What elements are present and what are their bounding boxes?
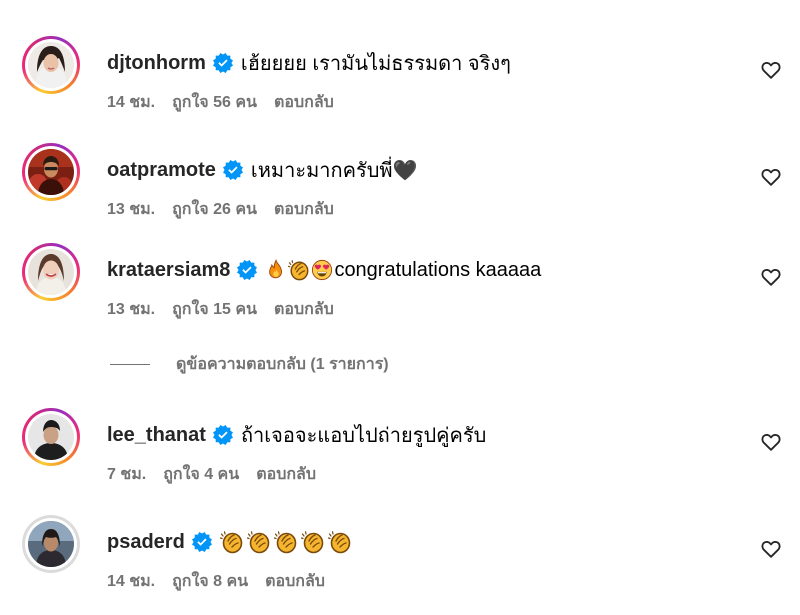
comment-item: krataersiam8 congratulations kaaaaa 13 ช…	[0, 243, 800, 333]
reply-button[interactable]: ตอบกลับ	[274, 197, 334, 222]
timestamp[interactable]: 14 ชม.	[107, 90, 155, 115]
clapping-hands-icon	[301, 530, 325, 554]
comment-header: oatpramote เหมาะมากครับพี่🖤	[107, 156, 418, 184]
story-ring[interactable]	[22, 36, 80, 94]
likes-count[interactable]: ถูกใจ 8 คน	[172, 569, 248, 594]
view-replies-button[interactable]: ดูข้อความตอบกลับ (1 รายการ)	[110, 352, 389, 376]
comment-item: psaderd 14 ชม. ถูกใจ 8 คน ตอบกลับ	[0, 515, 800, 605]
likes-count[interactable]: ถูกใจ 4 คน	[163, 462, 239, 487]
avatar-ring[interactable]	[22, 515, 80, 573]
heart-eyes-icon	[311, 259, 333, 281]
username-link[interactable]: psaderd	[107, 531, 185, 554]
avatar-ring-gap	[25, 518, 77, 570]
reply-button[interactable]: ตอบกลับ	[274, 297, 334, 322]
fire-icon	[265, 259, 287, 281]
avatar[interactable]	[28, 42, 74, 88]
clapping-hands-icon	[220, 530, 244, 554]
heart-outline-icon[interactable]	[760, 538, 782, 560]
comment-text: ถ้าเจอจะแอบไปถ่ายรูปคู่ครับ	[240, 425, 487, 447]
verified-badge-icon	[213, 53, 233, 73]
avatar[interactable]	[28, 249, 74, 295]
timestamp[interactable]: 7 ชม.	[107, 462, 146, 487]
verified-badge-icon	[223, 160, 243, 180]
username-link[interactable]: oatpramote	[107, 159, 216, 182]
comment-meta: 14 ชม. ถูกใจ 56 คน ตอบกลับ	[107, 91, 351, 113]
avatar[interactable]	[28, 521, 74, 567]
comment-item: oatpramote เหมาะมากครับพี่🖤 13 ชม. ถูกใจ…	[0, 143, 800, 233]
story-ring[interactable]	[22, 243, 80, 301]
replies-divider-line	[110, 363, 150, 365]
view-replies-label: ดูข้อความตอบกลับ (1 รายการ)	[176, 355, 389, 373]
verified-badge-icon	[192, 532, 212, 552]
comment-meta: 14 ชม. ถูกใจ 8 คน ตอบกลับ	[107, 570, 342, 592]
heart-outline-icon[interactable]	[760, 431, 782, 453]
avatar-ring-gap	[25, 411, 77, 463]
avatar[interactable]	[28, 414, 74, 460]
heart-outline-icon[interactable]	[760, 59, 782, 81]
clapping-hands-icon	[274, 530, 298, 554]
comment-text: เฮ้ยยยย เรามันไม่ธรรมดา จริงๆ	[240, 53, 511, 75]
clapping-hands-icon	[288, 259, 310, 281]
comment-item: djtonhorm เฮ้ยยยย เรามันไม่ธรรมดา จริงๆ …	[0, 36, 800, 126]
reply-button[interactable]: ตอบกลับ	[256, 462, 316, 487]
timestamp[interactable]: 13 ชม.	[107, 197, 155, 222]
comment-header: psaderd	[107, 528, 355, 556]
comment-text: เหมาะมากครับพี่🖤	[250, 160, 418, 182]
story-ring[interactable]	[22, 408, 80, 466]
verified-badge-icon	[237, 260, 257, 280]
likes-count[interactable]: ถูกใจ 26 คน	[172, 197, 257, 222]
reply-button[interactable]: ตอบกลับ	[265, 569, 325, 594]
avatar-ring-gap	[25, 146, 77, 198]
timestamp[interactable]: 14 ชม.	[107, 569, 155, 594]
username-link[interactable]: djtonhorm	[107, 52, 206, 75]
comment-header: lee_thanat ถ้าเจอจะแอบไปถ่ายรูปคู่ครับ	[107, 421, 486, 449]
clapping-hands-icon	[328, 530, 352, 554]
avatar[interactable]	[28, 149, 74, 195]
comment-header: djtonhorm เฮ้ยยยย เรามันไม่ธรรมดา จริงๆ	[107, 49, 511, 77]
comment-meta: 13 ชม. ถูกใจ 15 คน ตอบกลับ	[107, 298, 351, 320]
likes-count[interactable]: ถูกใจ 56 คน	[172, 90, 257, 115]
story-ring[interactable]	[22, 143, 80, 201]
comment-meta: 7 ชม. ถูกใจ 4 คน ตอบกลับ	[107, 463, 333, 485]
avatar-ring-gap	[25, 39, 77, 91]
username-link[interactable]: krataersiam8	[107, 259, 230, 282]
comment-text: congratulations kaaaaa	[334, 258, 542, 281]
timestamp[interactable]: 13 ชม.	[107, 297, 155, 322]
comment-header: krataersiam8 congratulations kaaaaa	[107, 256, 541, 284]
heart-outline-icon[interactable]	[760, 266, 782, 288]
clapping-hands-icon	[247, 530, 271, 554]
avatar-ring-gap	[25, 246, 77, 298]
username-link[interactable]: lee_thanat	[107, 424, 206, 447]
reply-button[interactable]: ตอบกลับ	[274, 90, 334, 115]
comment-meta: 13 ชม. ถูกใจ 26 คน ตอบกลับ	[107, 198, 351, 220]
verified-badge-icon	[213, 425, 233, 445]
heart-outline-icon[interactable]	[760, 166, 782, 188]
comment-item: lee_thanat ถ้าเจอจะแอบไปถ่ายรูปคู่ครับ 7…	[0, 408, 800, 498]
likes-count[interactable]: ถูกใจ 15 คน	[172, 297, 257, 322]
